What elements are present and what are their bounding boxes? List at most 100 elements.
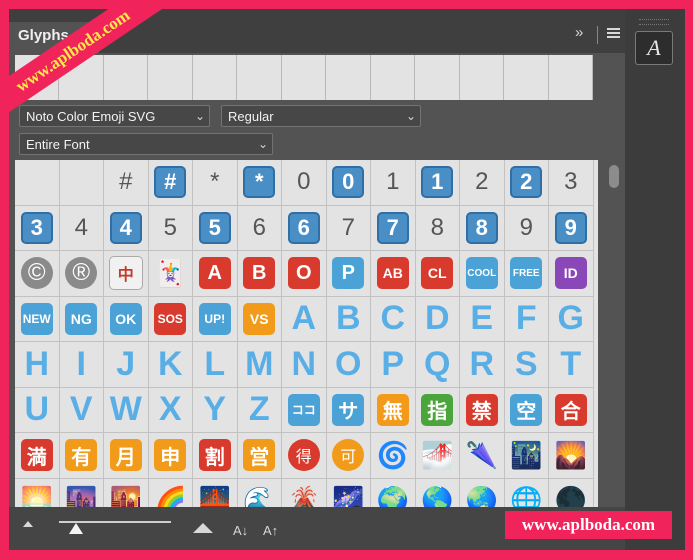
scrollbar-thumb[interactable] [609,165,619,188]
glyph-cell[interactable]: Z [237,387,282,433]
glyph-cell[interactable]: FREE [504,251,549,297]
glyph-cell[interactable]: 🌑 [549,478,594,508]
glyph-cell[interactable]: 2 [504,160,549,206]
glyph-cell[interactable]: 🌆 [60,478,104,508]
glyph-cell[interactable]: W [104,387,149,433]
glyph-cell[interactable]: 1 [415,160,460,206]
glyph-cell[interactable]: 禁 [460,387,505,433]
glyph-cell[interactable]: # [104,160,149,206]
glyph-cell[interactable]: 6 [237,205,282,251]
glyph-cell[interactable]: © [15,251,60,297]
glyph-cell[interactable]: 2 [460,160,505,206]
glyph-cell[interactable]: AB [371,251,416,297]
large-mountain-icon[interactable] [193,523,213,533]
glyph-cell[interactable]: 8 [460,205,505,251]
glyph-cell[interactable]: L [193,342,238,388]
glyph-cell[interactable]: 7 [371,205,416,251]
glyph-cell[interactable] [59,160,104,206]
glyph-cell[interactable]: R [460,342,505,388]
glyph-cell[interactable]: 無 [371,387,416,433]
recent-glyph-slot[interactable] [148,55,193,100]
glyph-cell[interactable]: 得 [282,433,327,479]
glyph-cell[interactable]: # [148,160,193,206]
glyph-cell[interactable]: 🌎 [416,478,460,508]
glyph-cell[interactable]: * [237,160,282,206]
glyph-cell[interactable] [15,160,60,206]
character-panel-button[interactable]: A [635,31,673,65]
glyph-cell[interactable]: サ [326,387,371,433]
glyph-cell[interactable]: N [282,342,327,388]
glyph-cell[interactable]: 5 [193,205,238,251]
glyph-cell[interactable]: UP! [193,296,238,342]
glyph-cell[interactable]: 9 [504,205,549,251]
glyph-cell[interactable]: P [326,251,371,297]
increase-font-size-icon[interactable]: A↑ [263,523,278,538]
glyph-cell[interactable]: 4 [59,205,104,251]
glyph-cell[interactable]: 6 [282,205,327,251]
glyph-cell[interactable]: 🌇 [104,478,149,508]
glyph-cell[interactable]: 🌏 [460,478,505,508]
glyph-cell[interactable]: NG [59,296,104,342]
font-style-select[interactable]: Regular ⌄ [221,105,421,127]
glyph-cell[interactable]: 3 [15,205,60,251]
glyph-cell[interactable]: V [59,387,104,433]
glyph-cell[interactable]: 8 [415,205,460,251]
glyph-cell[interactable]: SOS [148,296,193,342]
small-mountain-icon[interactable] [23,521,33,527]
glyph-cell[interactable]: O [282,251,327,297]
glyph-cell[interactable]: OK [104,296,149,342]
glyph-cell[interactable]: O [326,342,371,388]
glyph-cell[interactable]: 3 [549,160,594,206]
glyph-cell[interactable]: 割 [193,433,238,479]
glyph-cell[interactable]: S [504,342,549,388]
glyph-cell[interactable]: 有 [59,433,104,479]
glyph-cell[interactable]: A [282,296,327,342]
slider-knob[interactable] [68,523,83,534]
recent-glyph-slot[interactable] [192,55,238,100]
glyph-cell[interactable]: ココ [282,387,327,433]
glyph-cell[interactable]: 満 [15,433,60,479]
glyph-cell[interactable]: 🌌 [327,478,371,508]
glyph-scrollbar[interactable] [605,160,625,508]
recent-glyph-slot[interactable] [459,55,505,100]
glyph-cell[interactable]: 🌐 [505,478,549,508]
glyph-cell[interactable]: C [371,296,416,342]
show-filter-select[interactable]: Entire Font ⌄ [19,133,273,155]
glyph-cell[interactable]: Q [415,342,460,388]
glyph-cell[interactable]: G [549,296,594,342]
glyph-cell[interactable]: E [460,296,505,342]
glyph-cell[interactable]: B [326,296,371,342]
glyph-cell[interactable]: 🌈 [149,478,193,508]
glyph-cell[interactable]: 🌄 [549,433,594,479]
glyph-cell[interactable]: 🌂 [460,433,505,479]
glyph-cell[interactable]: 🌃 [504,433,549,479]
glyph-cell[interactable]: 営 [237,433,282,479]
glyph-cell[interactable]: CL [415,251,460,297]
glyph-cell[interactable]: ID [549,251,594,297]
glyph-cell[interactable]: 🌍 [371,478,416,508]
glyph-cell[interactable]: K [148,342,193,388]
glyph-cell[interactable]: 0 [326,160,371,206]
glyph-cell[interactable]: B [237,251,282,297]
glyph-cell[interactable]: U [15,387,60,433]
glyph-cell[interactable]: A [193,251,238,297]
glyph-cell[interactable]: 7 [326,205,371,251]
glyph-cell[interactable]: M [237,342,282,388]
glyph-cell[interactable]: 🌅 [15,478,60,508]
glyph-cell[interactable]: 🌁 [415,433,460,479]
recent-glyph-slot[interactable] [370,55,416,100]
glyph-cell[interactable]: 0 [282,160,327,206]
glyph-cell[interactable]: 🌋 [282,478,327,508]
glyph-cell[interactable]: 空 [504,387,549,433]
glyph-cell[interactable]: 中 [104,251,149,297]
glyph-cell[interactable]: P [371,342,416,388]
glyph-cell[interactable]: T [549,342,594,388]
font-family-select[interactable]: Noto Color Emoji SVG ⌄ [19,105,210,127]
glyph-cell[interactable]: 🃏 [148,251,193,297]
glyph-cell[interactable]: 指 [415,387,460,433]
glyph-cell[interactable]: J [104,342,149,388]
decrease-font-size-icon[interactable]: A↓ [233,523,248,538]
glyph-cell[interactable]: 🌊 [238,478,282,508]
recent-glyph-slot[interactable] [504,55,549,100]
glyph-cell[interactable]: COOL [460,251,505,297]
